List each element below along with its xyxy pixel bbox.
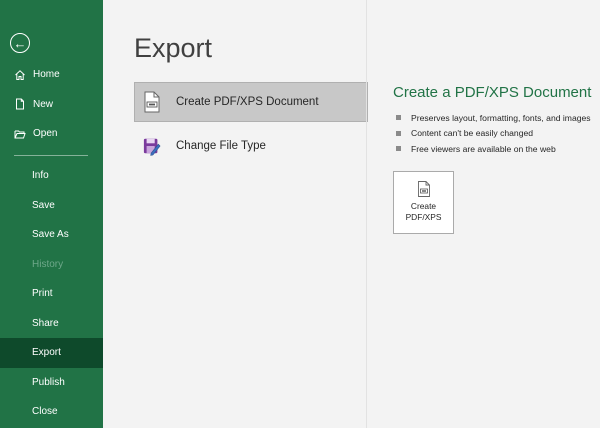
sidebar-item-label: Close [32, 406, 58, 418]
sidebar-item-label: Save As [32, 229, 69, 241]
bullet-square-icon [396, 130, 401, 136]
sidebar-divider [14, 155, 88, 156]
sidebar-item-export[interactable]: Export [0, 338, 103, 368]
sidebar-item-label: Home [33, 69, 60, 81]
create-button-label: Create PDF/XPS [406, 201, 442, 223]
open-folder-icon [14, 128, 26, 140]
detail-panel: Create a PDF/XPS Document Preserves layo… [393, 84, 598, 157]
sidebar-item-label: Open [33, 128, 58, 140]
sidebar-item-home[interactable]: Home [0, 60, 103, 90]
backstage-main: Export Create PDF/XPS Document Change Fi… [103, 0, 600, 428]
option-label: Change File Type [176, 140, 266, 152]
sidebar-item-label: Print [32, 288, 53, 300]
sidebar-item-label: Export [32, 347, 61, 359]
sidebar-item-label: History [32, 258, 64, 270]
detail-bullets: Preserves layout, formatting, fonts, and… [393, 110, 598, 157]
list-item: Content can't be easily changed [393, 126, 598, 142]
list-item: Free viewers are available on the web [393, 141, 598, 157]
sidebar-item-save[interactable]: Save [0, 191, 103, 221]
backstage-sidebar: ← Home New Open Info Save Save As Histor… [0, 0, 103, 428]
sidebar-item-open[interactable]: Open [0, 119, 103, 149]
bullet-square-icon [396, 146, 401, 152]
new-document-icon [14, 98, 26, 110]
detail-title: Create a PDF/XPS Document [393, 84, 592, 101]
sidebar-item-label: Save [32, 199, 55, 211]
sidebar-item-label: Info [32, 170, 49, 182]
sidebar-item-share[interactable]: Share [0, 309, 103, 339]
option-create-pdf-xps[interactable]: Create PDF/XPS Document [134, 82, 368, 122]
sidebar-item-new[interactable]: New [0, 90, 103, 120]
pdf-document-icon [143, 91, 161, 113]
back-arrow-icon[interactable]: ← [10, 33, 30, 53]
create-button-line1: Create [410, 201, 437, 211]
sidebar-item-label: Share [32, 317, 59, 329]
sidebar-item-info[interactable]: Info [0, 161, 103, 191]
sidebar-item-label: New [33, 98, 54, 110]
bullet-text: Preserves layout, formatting, fonts, and… [411, 112, 591, 123]
export-options-list: Create PDF/XPS Document Change File Type [134, 82, 368, 170]
option-label: Create PDF/XPS Document [176, 96, 319, 108]
page-title: Export [134, 33, 213, 63]
change-file-type-icon [143, 135, 161, 157]
sidebar-item-save-as[interactable]: Save As [0, 220, 103, 250]
sidebar-top-nav: Home New Open [0, 60, 103, 149]
sidebar-item-close[interactable]: Close [0, 397, 103, 427]
sidebar-item-print[interactable]: Print [0, 279, 103, 309]
pdf-document-icon [417, 181, 431, 197]
option-change-file-type[interactable]: Change File Type [134, 126, 368, 166]
bullet-square-icon [396, 115, 401, 121]
create-pdf-xps-button[interactable]: Create PDF/XPS [393, 171, 454, 234]
bullet-text: Content can't be easily changed [411, 128, 534, 139]
sidebar-item-label: Publish [32, 376, 65, 388]
create-button-line2: PDF/XPS [405, 212, 442, 222]
sidebar-item-history: History [0, 250, 103, 280]
home-icon [14, 69, 26, 81]
panel-divider [366, 0, 367, 428]
list-item: Preserves layout, formatting, fonts, and… [393, 110, 598, 126]
bullet-text: Free viewers are available on the web [411, 143, 556, 154]
sidebar-bottom-nav: Info Save Save As History Print Share Ex… [0, 161, 103, 427]
sidebar-item-publish[interactable]: Publish [0, 368, 103, 398]
